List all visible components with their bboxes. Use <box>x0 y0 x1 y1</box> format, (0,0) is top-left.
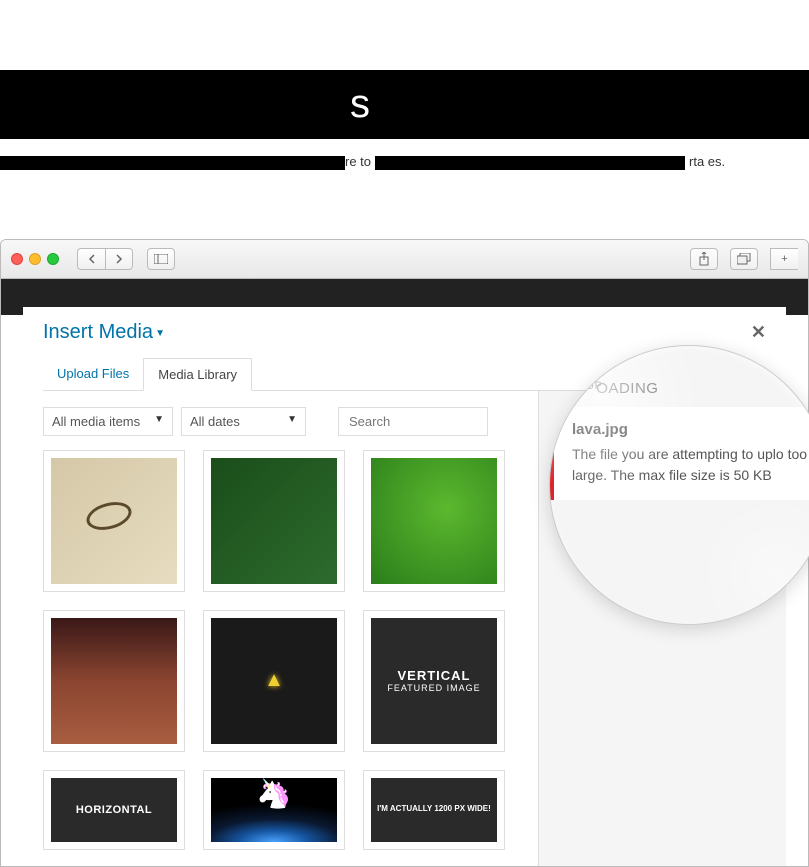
filter-media-type[interactable]: All media items▼ <box>43 407 173 436</box>
media-thumb-fern[interactable] <box>203 450 345 592</box>
media-thumb-sausages[interactable] <box>43 610 185 752</box>
header-partial-text: s <box>350 82 809 127</box>
sidebar-toggle-button[interactable] <box>147 248 175 270</box>
upload-filename: lava.jpg <box>572 421 809 438</box>
minimize-window-button[interactable] <box>29 253 41 265</box>
unicorn-icon: 🦄 <box>257 778 292 810</box>
search-input[interactable] <box>338 407 488 436</box>
media-thumb-leaf[interactable] <box>363 450 505 592</box>
maximize-window-button[interactable] <box>47 253 59 265</box>
forward-button[interactable] <box>105 248 133 270</box>
page-description: re torta es. <box>0 139 809 185</box>
traffic-lights <box>11 253 59 265</box>
media-thumb-vertical[interactable]: VERTICALFEATURED IMAGE <box>363 610 505 752</box>
media-thumb-glasses[interactable] <box>43 450 185 592</box>
upload-heading: UPOADING <box>550 346 809 403</box>
close-window-button[interactable] <box>11 253 23 265</box>
modal-title[interactable]: Insert Media▼ <box>43 321 165 344</box>
triangle-icon: ▲ <box>264 669 284 692</box>
media-thumb-unicorn[interactable]: 🦄 <box>203 770 345 850</box>
dropdown-caret-icon: ▼ <box>155 328 165 339</box>
media-thumb-horizontal[interactable]: HORIZONTAL <box>43 770 185 850</box>
chevron-down-icon: ▼ <box>287 414 297 425</box>
upload-error-card: lava.jpg The file you are attempting to … <box>550 407 809 500</box>
chevron-down-icon: ▼ <box>154 414 164 425</box>
back-button[interactable] <box>77 248 105 270</box>
tab-upload-files[interactable]: Upload Files <box>43 358 143 390</box>
close-icon[interactable]: ✕ <box>751 322 766 343</box>
tab-media-library[interactable]: Media Library <box>143 358 252 391</box>
browser-toolbar: + <box>1 240 808 279</box>
share-button[interactable] <box>690 248 718 270</box>
upload-error-message: The file you are attempting to uplo too … <box>572 444 809 486</box>
media-thumb-wide[interactable]: I'M ACTUALLY 1200 PX WIDE! <box>363 770 505 850</box>
media-thumb-triforce[interactable]: ▲ <box>203 610 345 752</box>
media-grid: ▲ VERTICALFEATURED IMAGE HORIZONTAL 🦄 I'… <box>43 450 518 850</box>
new-tab-button[interactable]: + <box>770 248 798 270</box>
tabs-button[interactable] <box>730 248 758 270</box>
filter-date[interactable]: All dates▼ <box>181 407 306 436</box>
